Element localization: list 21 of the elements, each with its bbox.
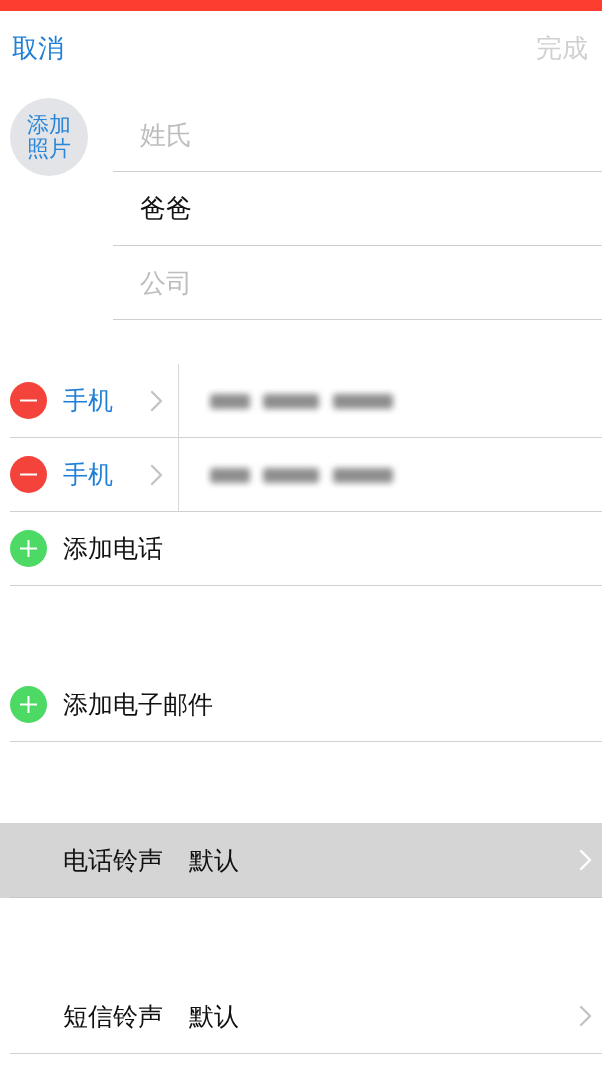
company-field[interactable]: 公司 xyxy=(113,246,602,320)
tone-label: 电话铃声 xyxy=(63,844,163,877)
phone-type-button[interactable]: 手机 xyxy=(63,458,163,491)
tone-value: 默认 xyxy=(189,844,239,877)
add-phone-label[interactable]: 添加电话 xyxy=(63,532,163,565)
last-name-field[interactable]: 姓氏 xyxy=(113,98,602,172)
remove-icon[interactable] xyxy=(10,456,47,493)
add-icon[interactable] xyxy=(10,686,47,723)
phone-type-button[interactable]: 手机 xyxy=(63,384,163,417)
add-email-label[interactable]: 添加电子邮件 xyxy=(63,688,213,721)
chevron-right-icon xyxy=(150,389,163,412)
tone-row[interactable]: 电话铃声 默认 xyxy=(0,823,602,898)
cancel-button[interactable]: 取消 xyxy=(12,32,64,65)
tone-value: 默认 xyxy=(189,1000,239,1033)
first-name-field[interactable]: 爸爸 xyxy=(113,172,602,246)
remove-icon[interactable] xyxy=(10,382,47,419)
chevron-right-icon xyxy=(579,849,592,871)
tone-label: 短信铃声 xyxy=(63,1000,163,1033)
add-icon[interactable] xyxy=(10,530,47,567)
chevron-right-icon xyxy=(150,463,163,486)
chevron-right-icon xyxy=(579,1005,592,1027)
